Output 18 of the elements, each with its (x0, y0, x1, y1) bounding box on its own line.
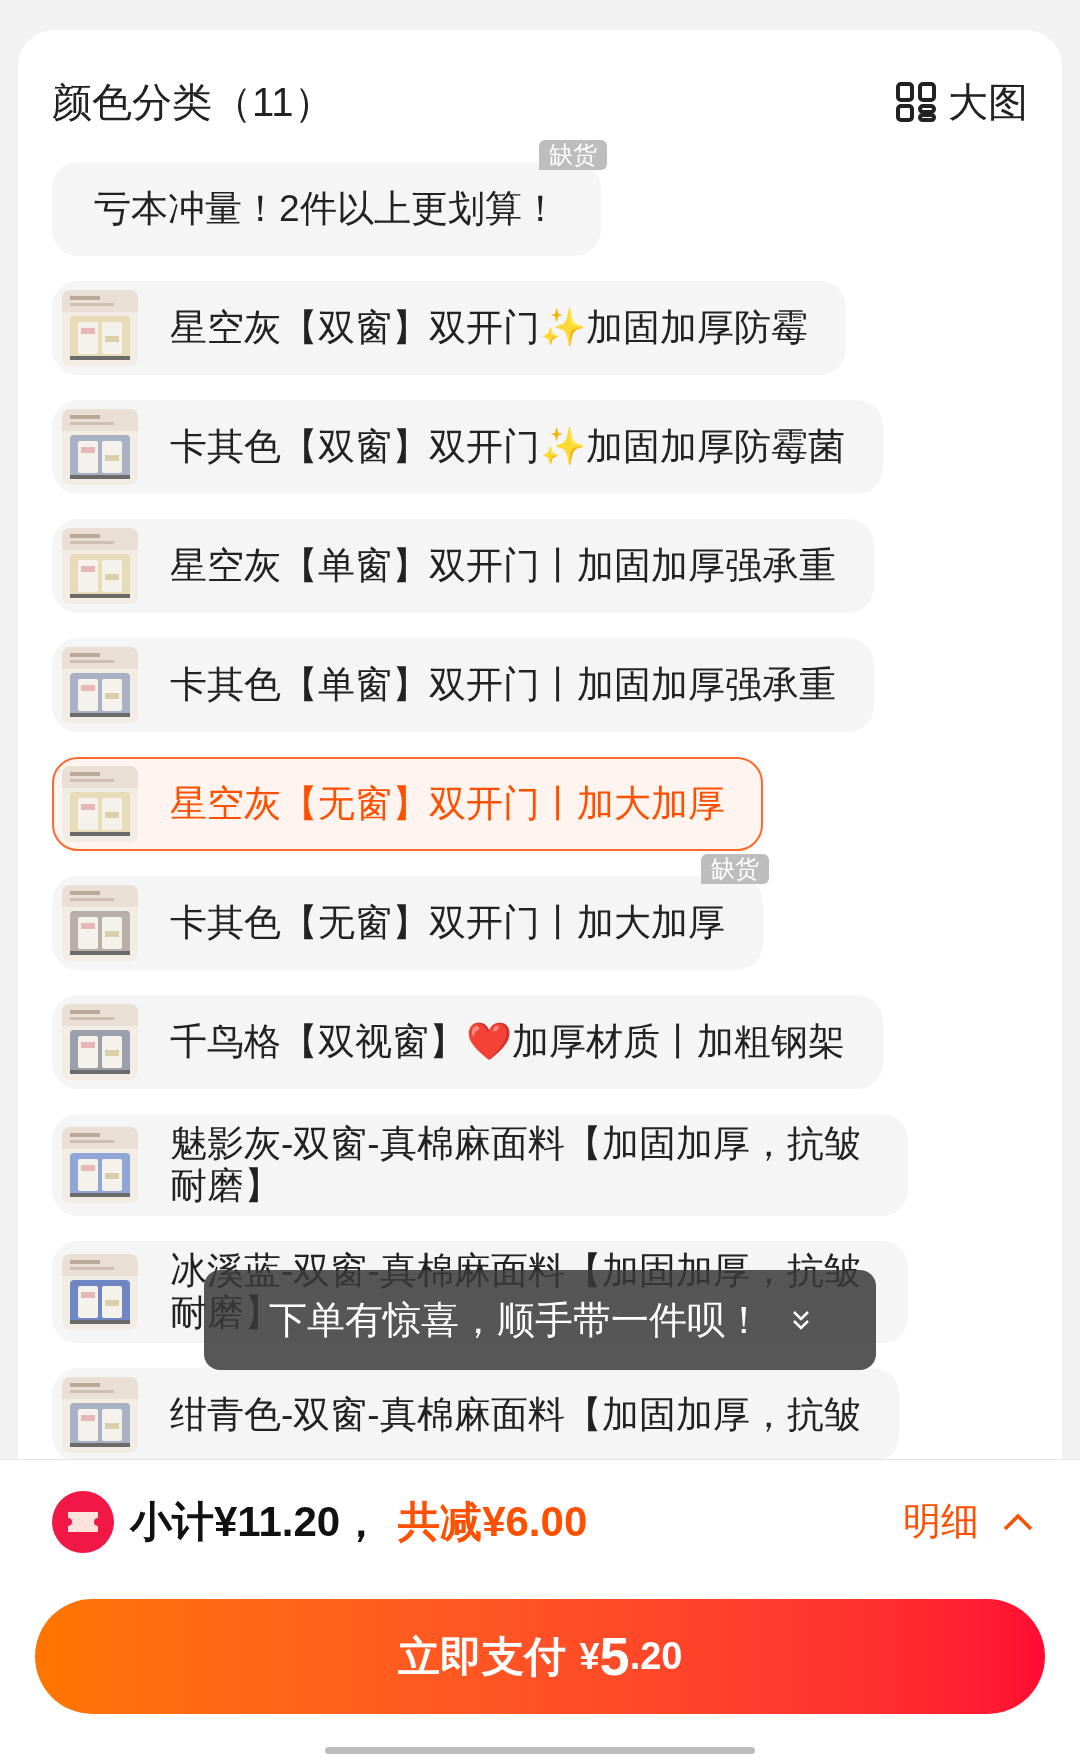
double-chevron-down-icon (791, 1309, 811, 1331)
option-item[interactable]: 魅影灰-双窗-真棉麻面料【加固加厚，抗皱耐磨】 (52, 1114, 908, 1216)
large-view-toggle[interactable]: 大图 (896, 72, 1028, 132)
out-of-stock-tag: 缺货 (538, 140, 607, 170)
option-item[interactable]: 卡其色【单窗】双开门丨加固加厚强承重 (52, 638, 874, 732)
out-of-stock-tag: 缺货 (701, 854, 769, 884)
option-item[interactable]: 千鸟格【双视窗】❤加厚材质丨加粗钢架 (52, 995, 883, 1089)
discount-text: 共减¥6.00 (398, 1497, 588, 1547)
coupon-icon (52, 1490, 114, 1553)
chevron-up-icon (1003, 1512, 1033, 1531)
section-title: 颜色分类（11） (52, 79, 334, 126)
option-item[interactable]: 绀青色-双窗-真棉麻面料【加固加厚，抗皱 (52, 1368, 899, 1459)
option-item[interactable]: 卡其色【双窗】双开门✨加固加厚防霉菌 (52, 400, 883, 494)
subtotal-text: 小计¥11.20， (130, 1497, 383, 1547)
grid-icon (896, 82, 936, 122)
toast-text: 下单有惊喜，顺手带一件呗！ (269, 1297, 763, 1343)
option-item[interactable]: 星空灰【单窗】双开门丨加固加厚强承重 (52, 519, 874, 613)
option-item[interactable]: 星空灰【双窗】双开门✨加固加厚防霉 (52, 281, 846, 375)
